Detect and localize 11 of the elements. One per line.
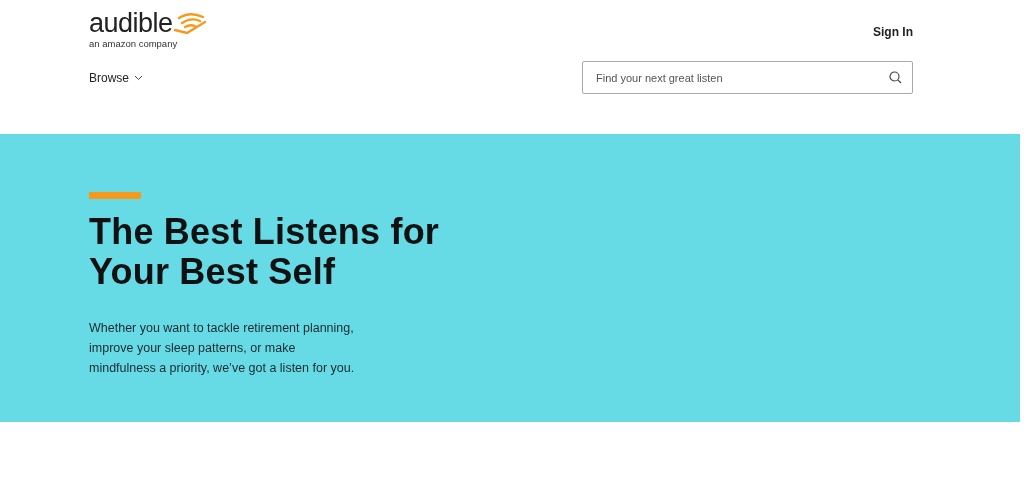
logo-tagline: an amazon company (89, 38, 179, 49)
search-icon[interactable] (889, 71, 902, 84)
accent-bar (89, 192, 141, 199)
hero-title: The Best Listens for Your Best Self (89, 212, 441, 292)
signal-waves-icon (173, 12, 207, 34)
chevron-down-icon (134, 74, 143, 81)
hero-description: Whether you want to tackle retirement planning, improve your sleep patterns, or make mindfulness a priority, we’ve got a listen for you. (89, 320, 356, 377)
sign-in-link[interactable]: Sign In (873, 25, 913, 39)
browse-menu-button[interactable]: Browse (89, 70, 143, 85)
logo-wordmark: audible (89, 8, 173, 38)
search-field[interactable]: Find your next great listen (582, 61, 913, 94)
